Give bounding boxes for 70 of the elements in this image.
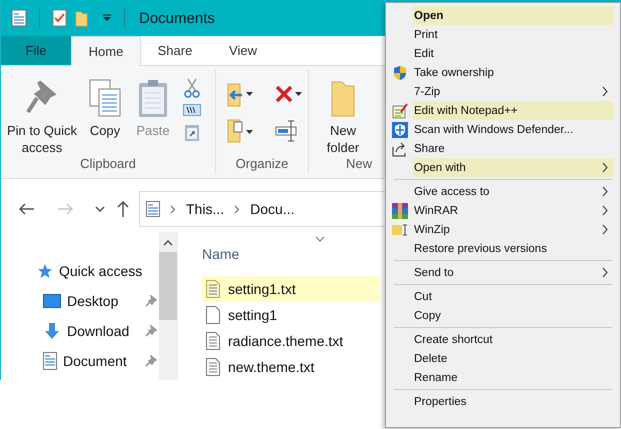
ribbon-command[interactable]: Pin to Quick access (1, 78, 83, 156)
menu-item[interactable]: Restore previous versions (386, 239, 614, 258)
copy-path-icon[interactable] (183, 104, 201, 116)
menu-item[interactable]: Print (386, 25, 614, 44)
sort-chevron-icon[interactable] (315, 236, 325, 242)
chevron-up-icon[interactable] (163, 240, 173, 246)
ribbon-group-label: Organize (234, 156, 290, 173)
ribbon-tab[interactable]: View (209, 36, 277, 65)
pin-icon[interactable] (145, 355, 157, 367)
file-row[interactable]: new.theme.txt (202, 354, 380, 380)
nav-item[interactable]: Document (1, 346, 159, 376)
menu-item[interactable]: WinRAR (386, 201, 614, 220)
breadcrumb[interactable]: This... (186, 201, 224, 218)
menu-item[interactable]: Send to (386, 263, 614, 282)
download-arrow-icon (43, 322, 61, 340)
document-icon (146, 201, 160, 218)
nav-item[interactable]: Desktop (1, 286, 159, 316)
shield-icon (392, 122, 408, 138)
clipboard-icon (136, 78, 170, 118)
file-row[interactable]: radiance.theme.txt (202, 328, 380, 354)
move-to-icon[interactable] (226, 82, 254, 108)
file-row[interactable]: setting1.txt (202, 276, 380, 302)
menu-item[interactable]: Scan with Windows Defender... (386, 120, 614, 139)
nav-item[interactable]: Download (1, 316, 159, 346)
text-file-icon (206, 332, 220, 350)
menu-item[interactable]: Edit (386, 44, 614, 63)
pin-icon[interactable] (145, 325, 157, 337)
notepad-icon (392, 102, 408, 118)
scrollbar-thumb[interactable] (159, 252, 177, 320)
ribbon-tab[interactable]: File (1, 36, 71, 65)
menu-item[interactable]: Create shortcut (386, 330, 614, 349)
shield-icon (392, 64, 406, 80)
menu-item[interactable]: Cut (386, 287, 614, 306)
menu-item[interactable]: Take ownership (386, 63, 614, 82)
nav-item[interactable]: Quick access (1, 256, 159, 286)
copy-icon (88, 78, 122, 118)
text-file-icon (206, 358, 220, 376)
document-icon (43, 352, 57, 370)
up-arrow-icon[interactable] (117, 201, 129, 218)
ribbon-command[interactable]: New folder (313, 78, 373, 156)
menu-item[interactable]: Copy (386, 306, 614, 325)
dropdown-icon[interactable] (102, 14, 112, 22)
menu-item[interactable]: Delete (386, 349, 614, 368)
menu-item[interactable]: Rename (386, 368, 614, 387)
back-arrow-icon[interactable] (19, 203, 35, 216)
scissors-icon[interactable] (184, 78, 200, 98)
scrollbar[interactable] (159, 232, 177, 380)
pin-icon[interactable] (145, 295, 157, 307)
ribbon-group-label: New (344, 156, 373, 173)
file-icon (206, 306, 220, 324)
chevron-down-icon[interactable] (95, 206, 105, 212)
checklist-icon[interactable] (52, 9, 67, 28)
ribbon-tab[interactable]: Share (141, 36, 209, 65)
file-row[interactable]: setting1 (202, 302, 380, 328)
window-title: Documents (139, 10, 215, 27)
copy-to-icon[interactable] (226, 118, 254, 144)
document-icon[interactable] (11, 9, 27, 28)
chevron-right-icon (234, 204, 240, 214)
text-file-icon (206, 280, 220, 298)
ribbon-tab[interactable]: Home (71, 36, 141, 66)
breadcrumb[interactable]: Docu... (250, 201, 294, 218)
menu-item[interactable]: 7-Zip (386, 82, 614, 101)
menu-item[interactable]: Properties (386, 392, 614, 411)
books-icon (392, 202, 408, 218)
ribbon-command[interactable]: Copy (83, 78, 127, 139)
menu-item[interactable]: Share (386, 139, 614, 158)
chevron-right-icon (170, 204, 176, 214)
ribbon-group-label: Clipboard (79, 156, 137, 173)
share-icon (392, 140, 408, 156)
desktop-icon (43, 294, 61, 308)
